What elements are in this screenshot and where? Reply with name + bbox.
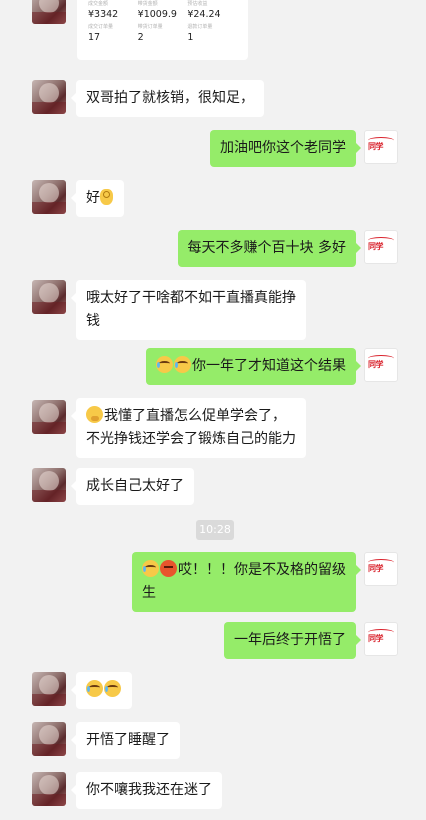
card-value: 1 (187, 32, 194, 43)
outgoing-message[interactable]: 你一年了才知道这个结果 (146, 348, 361, 385)
incoming-message[interactable]: 好 (71, 180, 124, 217)
card-value: ¥24.24 (187, 9, 221, 20)
laugh-cry-icon (86, 680, 103, 697)
card-value: ¥1009.9 (137, 9, 177, 20)
message-text: 开悟了睡醒了 (86, 732, 170, 748)
brand-logo-icon: 同学 (368, 137, 395, 153)
outgoing-message[interactable]: 每天不多赚个百十块 多好 (177, 230, 362, 267)
message-text: 每天不多赚个百十块 多好 (187, 240, 346, 256)
contact-avatar[interactable] (32, 722, 66, 756)
message-text: 哎！！！你是不及格的留级 (178, 562, 346, 578)
card-label: 退款订单量 (187, 24, 213, 30)
chat-conversation: 成交金额 带货金额 预估收益 ¥3342 ¥1009.9 ¥24.24 成交订单… (0, 0, 426, 820)
card-value: 2 (137, 32, 144, 43)
message-text: 成长自己太好了 (86, 478, 184, 494)
brand-logo-icon: 同学 (368, 629, 395, 645)
message-text: 一年后终于开悟了 (234, 632, 346, 648)
incoming-message[interactable] (71, 672, 132, 709)
incoming-message[interactable]: 开悟了睡醒了 (71, 722, 180, 759)
message-text: 生 (142, 585, 156, 601)
message-text: 哦太好了干啥都不如干直播真能挣 (86, 290, 296, 306)
message-text: 钱 (86, 313, 100, 329)
contact-avatar[interactable] (32, 672, 66, 706)
outgoing-message[interactable]: 加油吧你这个老同学 (210, 130, 361, 167)
contact-avatar[interactable] (32, 280, 66, 314)
message-timestamp: 10:28 (196, 520, 234, 540)
incoming-message[interactable]: 哦太好了干啥都不如干直播真能挣 钱 (71, 280, 306, 340)
laugh-cry-icon (156, 356, 173, 373)
message-text: 你不嚷我我还在迷了 (86, 782, 212, 798)
contact-avatar[interactable] (32, 80, 66, 114)
contact-avatar[interactable] (32, 0, 66, 24)
contact-avatar[interactable] (32, 400, 66, 434)
contact-avatar[interactable] (32, 468, 66, 502)
incoming-message[interactable]: 你不嚷我我还在迷了 (71, 772, 222, 809)
my-avatar[interactable]: 同学 (364, 552, 398, 586)
brand-logo-icon: 同学 (368, 559, 395, 575)
my-avatar[interactable]: 同学 (364, 622, 398, 656)
outgoing-message[interactable]: 哎！！！你是不及格的留级 生 (132, 552, 361, 612)
message-text: 加油吧你这个老同学 (220, 140, 346, 156)
message-text: 双哥拍了就核销，很知足， (86, 90, 254, 106)
my-avatar[interactable]: 同学 (364, 230, 398, 264)
card-label: 成交金额 (88, 1, 109, 7)
laugh-cry-icon (174, 356, 191, 373)
outgoing-message[interactable]: 一年后终于开悟了 (224, 622, 361, 659)
contact-avatar[interactable] (32, 772, 66, 806)
message-text: 你一年了才知道这个结果 (192, 358, 346, 374)
message-text: 不光挣钱还学会了锻炼自己的能力 (86, 431, 296, 447)
card-value: ¥3342 (88, 9, 119, 20)
ok-hand-icon (100, 189, 113, 205)
my-avatar[interactable]: 同学 (364, 348, 398, 382)
card-label: 预估收益 (187, 1, 208, 7)
shared-order-card[interactable]: 成交金额 带货金额 预估收益 ¥3342 ¥1009.9 ¥24.24 成交订单… (77, 0, 248, 60)
angry-icon (160, 560, 177, 577)
brand-logo-icon: 同学 (368, 237, 395, 253)
card-label: 成交订单量 (88, 24, 114, 30)
laugh-cry-icon (142, 560, 159, 577)
my-avatar[interactable]: 同学 (364, 130, 398, 164)
incoming-message[interactable]: 成长自己太好了 (71, 468, 194, 505)
incoming-message[interactable]: 我懂了直播怎么促单学会了， 不光挣钱还学会了锻炼自己的能力 (71, 398, 306, 458)
contact-avatar[interactable] (32, 180, 66, 214)
card-label: 带货订单量 (137, 24, 163, 30)
card-label: 带货金额 (137, 1, 158, 7)
message-text: 好 (86, 190, 100, 206)
message-text: 我懂了直播怎么促单学会了， (104, 408, 286, 424)
incoming-message[interactable]: 双哥拍了就核销，很知足， (71, 80, 264, 117)
card-value: 17 (88, 32, 101, 43)
brand-logo-icon: 同学 (368, 355, 395, 371)
laugh-cry-icon (104, 680, 121, 697)
thinking-icon (86, 406, 103, 423)
